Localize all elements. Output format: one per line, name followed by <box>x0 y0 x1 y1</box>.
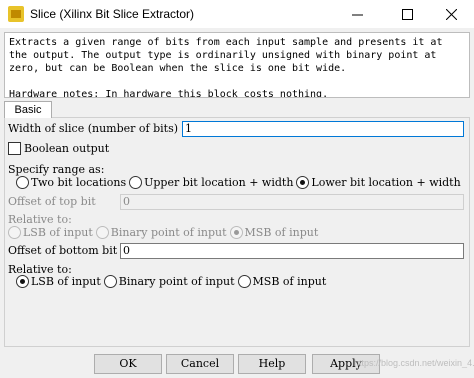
radio-upper-bit-width[interactable]: Upper bit location + width <box>129 176 293 189</box>
watermark: https://blog.csdn.net/weixin_4... <box>354 358 474 368</box>
radio-dot <box>129 176 143 189</box>
offset-top-label: Offset of top bit <box>8 195 96 208</box>
help-button[interactable]: Help <box>238 354 306 374</box>
radio-dot-selected <box>229 226 243 239</box>
minimize-icon <box>351 14 363 15</box>
app-icon <box>8 6 24 22</box>
relative-top-group: LSB of input Binary point of input MSB o… <box>8 226 321 239</box>
radio-top-binary-point[interactable]: Binary point of input <box>95 226 227 239</box>
offset-top-input[interactable]: 0 <box>120 194 464 210</box>
radio-dot <box>95 226 109 239</box>
close-icon <box>445 8 457 20</box>
radio-bottom-lsb[interactable]: LSB of input <box>16 275 101 288</box>
close-button[interactable] <box>428 0 474 28</box>
radio-top-lsb[interactable]: LSB of input <box>8 226 93 239</box>
width-input[interactable]: 1 <box>182 121 464 137</box>
offset-bottom-input[interactable]: 0 <box>120 243 464 259</box>
radio-bottom-msb[interactable]: MSB of input <box>237 275 326 288</box>
tab-basic[interactable]: Basic <box>4 101 52 118</box>
width-label: Width of slice (number of bits) <box>8 122 179 135</box>
radio-dot <box>8 226 21 239</box>
radio-dot-selected <box>16 275 29 288</box>
radio-bottom-binary-point[interactable]: Binary point of input <box>103 275 235 288</box>
radio-top-msb[interactable]: MSB of input <box>229 226 318 239</box>
block-description: Extracts a given range of bits from each… <box>4 32 470 98</box>
radio-dot <box>103 275 117 288</box>
radio-dot <box>237 275 251 288</box>
cancel-button[interactable]: Cancel <box>166 354 234 374</box>
relative-bottom-group: LSB of input Binary point of input MSB o… <box>16 275 329 288</box>
boolean-output-checkbox[interactable] <box>8 142 21 155</box>
radio-two-bit-locations[interactable]: Two bit locations <box>16 176 126 189</box>
ok-button[interactable]: OK <box>94 354 162 374</box>
specify-range-label: Specify range as: <box>8 163 105 176</box>
radio-lower-bit-width[interactable]: Lower bit location + width <box>296 176 461 189</box>
boolean-output-label: Boolean output <box>24 142 110 155</box>
radio-dot <box>16 176 29 189</box>
window-title: Slice (Xilinx Bit Slice Extractor) <box>30 7 195 21</box>
radio-dot-selected <box>296 176 310 189</box>
relative-to-top-label: Relative to: <box>8 213 72 226</box>
maximize-icon <box>401 8 413 20</box>
specify-range-group: Two bit locations Upper bit location + w… <box>16 176 464 189</box>
minimize-button[interactable] <box>334 0 380 28</box>
maximize-button[interactable] <box>384 0 430 28</box>
offset-bottom-label: Offset of bottom bit <box>8 244 118 257</box>
